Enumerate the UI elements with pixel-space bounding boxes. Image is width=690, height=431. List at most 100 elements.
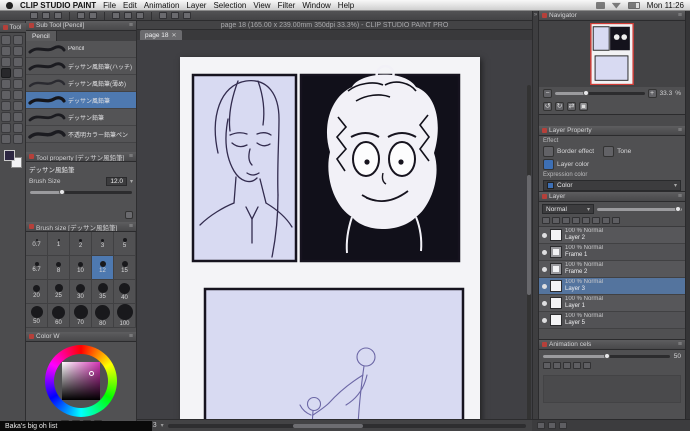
- tool-property-header[interactable]: Tool property [デッサン風鉛筆] ≡: [26, 152, 136, 162]
- brush-size-dropdown-icon[interactable]: ▾: [130, 178, 133, 185]
- keyboard-status-icon[interactable]: [596, 2, 605, 9]
- brush-size-cell[interactable]: 50: [26, 304, 48, 328]
- brush-size-cell[interactable]: 6.7: [26, 256, 48, 280]
- layer-property-header[interactable]: Layer Property ≡: [539, 126, 685, 136]
- subtool-tab-pencil[interactable]: Pencil: [26, 31, 57, 41]
- new-layer-icon[interactable]: [542, 217, 550, 224]
- layer-visibility-icon[interactable]: [542, 267, 547, 272]
- manga-page-canvas[interactable]: [180, 57, 480, 419]
- subtool-item-light-pencil[interactable]: デッサン風鉛筆(薄め): [26, 75, 136, 92]
- brush-size-cell[interactable]: 2: [70, 232, 92, 256]
- layer-visibility-icon[interactable]: [542, 233, 547, 238]
- layer-thumbnail[interactable]: [550, 229, 562, 241]
- brush-size-cell[interactable]: 1: [48, 232, 70, 256]
- airbrush-tool-icon[interactable]: [1, 79, 11, 89]
- lasso-tool-icon[interactable]: [1, 57, 11, 67]
- navigator-zoom-slider[interactable]: [555, 92, 645, 95]
- panel-collapse-strip[interactable]: »: [532, 11, 539, 431]
- layer-panel-header[interactable]: Layer ≡: [539, 192, 685, 202]
- menu-animation[interactable]: Animation: [144, 1, 180, 10]
- delete-layer-icon[interactable]: [612, 217, 620, 224]
- brush-size-header[interactable]: Brush size [デッサン風鉛筆] ≡: [26, 222, 136, 232]
- sv-square[interactable]: [62, 362, 100, 400]
- selection-tool-icon[interactable]: [13, 46, 23, 56]
- canvas-tab-close-icon[interactable]: ✕: [172, 32, 177, 39]
- collapse-right-icon[interactable]: »: [534, 12, 537, 18]
- layer-visibility-icon[interactable]: [542, 301, 547, 306]
- open-file-icon[interactable]: [42, 12, 50, 19]
- eyedropper-tool-icon[interactable]: [13, 134, 23, 144]
- menu-app-name[interactable]: CLIP STUDIO PAINT: [20, 1, 96, 10]
- background-window-title[interactable]: Baka's big oh list: [0, 421, 152, 431]
- brush-size-menu-icon[interactable]: ≡: [129, 223, 133, 230]
- fill-tool-icon[interactable]: [1, 101, 11, 111]
- prev-cel-icon[interactable]: [553, 362, 561, 369]
- cut-icon[interactable]: [112, 12, 120, 19]
- tool-property-menu-icon[interactable]: ≡: [129, 153, 133, 160]
- brush-size-cell[interactable]: 3: [92, 232, 114, 256]
- subtool-item-pencil[interactable]: Pencil: [26, 41, 136, 58]
- layer-visibility-icon[interactable]: [542, 318, 547, 323]
- brush-size-cell-selected[interactable]: 12: [92, 256, 114, 280]
- menu-edit[interactable]: Edit: [123, 1, 137, 10]
- brush-size-slider[interactable]: [30, 191, 132, 194]
- workspace-icon[interactable]: [537, 422, 545, 429]
- brush-size-cell[interactable]: 5: [114, 232, 136, 256]
- save-icon[interactable]: [54, 12, 62, 19]
- menu-filter[interactable]: Filter: [278, 1, 296, 10]
- brush-size-cell[interactable]: 20: [26, 280, 48, 304]
- layer-thumbnail[interactable]: [550, 314, 562, 326]
- brush-size-cell[interactable]: 25: [48, 280, 70, 304]
- subtool-item-dessin-pencil2[interactable]: デッサン鉛筆: [26, 109, 136, 126]
- color-picker-cursor[interactable]: [89, 371, 94, 376]
- correct-line-tool-icon[interactable]: [1, 134, 11, 144]
- layer-visibility-icon[interactable]: [542, 250, 547, 255]
- layer-opacity-slider[interactable]: [597, 208, 682, 211]
- tool-settings-icon[interactable]: [125, 211, 133, 219]
- copy-icon[interactable]: [124, 12, 132, 19]
- frame-layer-thumbnail[interactable]: [550, 263, 562, 275]
- balloon-tool-icon[interactable]: [13, 123, 23, 133]
- onion-skin-icon[interactable]: [583, 362, 591, 369]
- layer-row[interactable]: 100 % NormalLayer 5: [539, 312, 685, 329]
- new-folder-icon[interactable]: [552, 217, 560, 224]
- animation-header[interactable]: Animation cels ≡: [539, 340, 685, 350]
- right-edge-strip[interactable]: [685, 11, 690, 419]
- history-panel-icon[interactable]: [559, 422, 567, 429]
- ruler-icon[interactable]: [183, 12, 191, 19]
- next-cel-icon[interactable]: [573, 362, 581, 369]
- menu-layer[interactable]: Layer: [186, 1, 206, 10]
- layer-row[interactable]: 100 % NormalFrame 2: [539, 261, 685, 278]
- eraser-tool-icon[interactable]: [1, 90, 11, 100]
- canvas-viewport[interactable]: [137, 40, 532, 419]
- zoom-in-icon[interactable]: +: [648, 89, 657, 98]
- move-tool-icon[interactable]: [13, 35, 23, 45]
- brush-size-cell[interactable]: 15: [114, 256, 136, 280]
- color-wheel[interactable]: [45, 345, 117, 417]
- wifi-icon[interactable]: [612, 2, 621, 9]
- navigator-menu-icon[interactable]: ≡: [678, 12, 682, 19]
- menu-selection[interactable]: Selection: [213, 1, 246, 10]
- decoration-tool-icon[interactable]: [13, 79, 23, 89]
- figure-tool-icon[interactable]: [1, 112, 11, 122]
- zoom-dropdown-icon[interactable]: ▾: [161, 422, 164, 429]
- subtool-item-hatch-pencil[interactable]: デッサン風鉛筆(ハッチ): [26, 58, 136, 75]
- material-panel-icon[interactable]: [548, 422, 556, 429]
- layer-row[interactable]: 100 % NormalLayer 2: [539, 227, 685, 244]
- mask-icon[interactable]: [592, 217, 600, 224]
- layer-property-menu-icon[interactable]: ≡: [678, 127, 682, 134]
- canvas-horizontal-scrollbar[interactable]: [168, 424, 526, 428]
- lock-layer-icon[interactable]: [572, 217, 580, 224]
- navigator-thumbnail[interactable]: [589, 23, 635, 85]
- rotate-left-icon[interactable]: ↺: [543, 102, 552, 111]
- brush-size-cell[interactable]: 100: [114, 304, 136, 328]
- blend-mode-dropdown[interactable]: Normal ▾: [542, 204, 594, 214]
- grid-icon[interactable]: [159, 12, 167, 19]
- canvas-vertical-scrollbar[interactable]: [527, 85, 531, 419]
- zoom-out-icon[interactable]: −: [543, 89, 552, 98]
- menu-help[interactable]: Help: [338, 1, 354, 10]
- play-animation-icon[interactable]: [563, 362, 571, 369]
- undo-icon[interactable]: [77, 12, 85, 19]
- menu-view[interactable]: View: [253, 1, 270, 10]
- gradient-tool-icon[interactable]: [13, 101, 23, 111]
